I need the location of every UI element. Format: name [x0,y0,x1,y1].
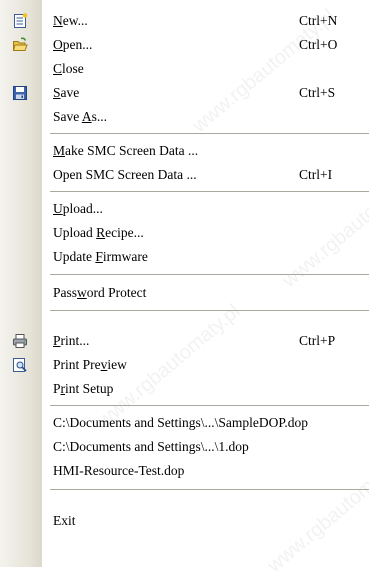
menu-item-shortcut: Ctrl+S [299,85,336,100]
menu-item-recent-file-3[interactable]: HMI-Resource-Test.dop [0,459,369,483]
menu-item-label: Print Preview [53,357,127,372]
menu-item-label: New... [53,13,88,28]
menu-item-label: Exit [53,513,76,528]
menu-item-shortcut: Ctrl+I [299,167,333,182]
menu-separator [50,274,369,275]
menu-item-shortcut: Ctrl+P [299,333,336,348]
menu-separator [50,133,369,134]
menu-item-shortcut: Ctrl+O [299,37,338,52]
menu-item-print-preview[interactable]: Print Preview [0,353,369,377]
menu-item-label: Update Firmware [53,249,148,264]
menu-item-print-setup[interactable]: Print Setup [0,377,369,401]
menu-separator [50,489,369,490]
save-disk-icon [12,85,28,101]
open-folder-icon [12,37,28,53]
menu-item-label: C:\Documents and Settings\...\SampleDOP.… [53,415,308,430]
menu-item-password-protect[interactable]: Password Protect [0,281,369,305]
menu-item-label: Upload Recipe... [53,225,144,240]
menu-separator [50,405,369,406]
file-menu: New... Ctrl+N Open... Ctrl+O Close Save … [0,0,369,567]
menu-item-shortcut: Ctrl+N [299,13,338,28]
menu-item-label: Password Protect [53,285,147,300]
menu-item-upload[interactable]: Upload... [0,197,369,221]
new-file-icon [12,13,28,29]
menu-item-label: Print... [53,333,90,348]
menu-item-recent-file-2[interactable]: C:\Documents and Settings\...\1.dop [0,435,369,459]
menu-item-save-as[interactable]: Save As... [0,105,369,129]
menu-item-label: Open... [53,37,93,52]
menu-item-label: Close [53,61,84,76]
menu-item-open[interactable]: Open... Ctrl+O [0,33,369,57]
menu-item-new[interactable]: New... Ctrl+N [0,9,369,33]
menu-item-print[interactable]: Print... Ctrl+P [0,329,369,353]
menu-item-update-firmware[interactable]: Update Firmware [0,245,369,269]
menu-item-save[interactable]: Save Ctrl+S [0,81,369,105]
menu-item-label: Upload... [53,201,103,216]
print-preview-icon [12,357,28,373]
menu-item-label: Open SMC Screen Data ... [53,167,197,182]
menu-item-open-smc-screen-data[interactable]: Open SMC Screen Data ... Ctrl+I [0,163,369,187]
printer-icon [12,333,28,349]
menu-item-upload-recipe[interactable]: Upload Recipe... [0,221,369,245]
menu-separator [50,310,369,311]
menu-item-label: C:\Documents and Settings\...\1.dop [53,439,249,454]
menu-separator [50,191,369,192]
menu-item-label: Save [53,85,80,100]
menu-item-label: Make SMC Screen Data ... [53,143,199,158]
menu-item-recent-file-1[interactable]: C:\Documents and Settings\...\SampleDOP.… [0,411,369,435]
menu-item-make-smc-screen-data[interactable]: Make SMC Screen Data ... [0,139,369,163]
menu-item-close[interactable]: Close [0,57,369,81]
menu-item-label: Save As... [53,109,108,124]
menu-item-label: Print Setup [53,381,114,396]
menu-item-exit[interactable]: Exit [0,509,369,533]
menu-item-label: HMI-Resource-Test.dop [53,463,185,478]
